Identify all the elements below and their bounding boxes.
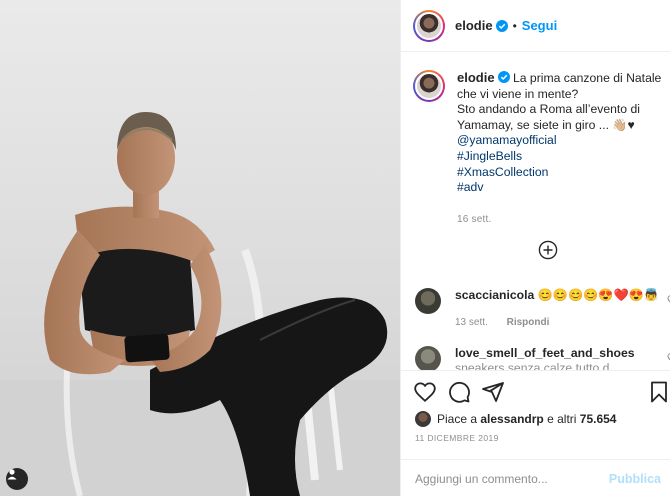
post-actions: Piace a alessandrp e altri 75.654 11 DIC…	[401, 370, 670, 496]
verified-badge-icon	[495, 19, 508, 32]
caption-time-ago[interactable]: 16 sett.	[457, 212, 663, 228]
add-comment-bar: Pubblica	[401, 459, 670, 496]
reply-button[interactable]: Rispondi	[507, 317, 550, 328]
hashtag-link[interactable]: #XmasCollection	[457, 165, 663, 181]
share-paper-plane-icon[interactable]	[481, 380, 505, 404]
header-username[interactable]: elodie	[455, 18, 493, 33]
post-caption: elodie La prima canzone di Natale che vi…	[413, 70, 663, 227]
post-date[interactable]: 11 DICEMBRE 2019	[415, 433, 499, 443]
liker-avatar[interactable]	[415, 411, 431, 427]
caption-avatar[interactable]	[413, 70, 445, 102]
comment-avatar[interactable]	[415, 288, 441, 314]
comment-username[interactable]: scaccianicola	[455, 288, 534, 302]
photo-illustration	[0, 112, 400, 496]
user-tag-icon[interactable]	[6, 468, 28, 490]
comment-item: scaccianicola 😊😊😊😊😍❤️😍👼 13 sett. Rispond…	[415, 288, 670, 330]
avatar[interactable]	[413, 9, 445, 42]
hashtag-link[interactable]: #adv	[457, 180, 663, 196]
likes-count[interactable]: 75.654	[580, 412, 617, 426]
follow-button[interactable]: Segui	[522, 18, 557, 33]
hashtag-link[interactable]: #JingleBells	[457, 149, 663, 165]
verified-badge-icon	[497, 71, 510, 83]
likes-summary: Piace a alessandrp e altri 75.654	[415, 411, 616, 427]
post-photo[interactable]	[0, 0, 400, 496]
caption-username[interactable]: elodie	[457, 70, 495, 85]
comment-bubble-icon[interactable]	[447, 380, 471, 404]
like-heart-icon[interactable]	[413, 380, 437, 404]
caption-mention-link[interactable]: @yamamayofficial	[457, 133, 663, 149]
comment-input[interactable]	[415, 471, 609, 486]
comment-avatar[interactable]	[415, 346, 441, 372]
header-separator: •	[512, 18, 517, 33]
post-sidebar: elodie • Segui elodie La prima canzone d…	[400, 0, 670, 496]
comment-text: 😊😊😊😊😍❤️😍👼	[537, 288, 660, 302]
publish-button[interactable]: Pubblica	[609, 472, 661, 486]
load-more-comments-icon[interactable]	[538, 240, 558, 260]
likes-connector: e altri	[547, 412, 577, 426]
save-bookmark-icon[interactable]	[649, 380, 669, 404]
comment-time[interactable]: 13 sett.	[455, 317, 488, 328]
comment-username[interactable]: love_smell_of_feet_and_shoes	[455, 346, 635, 360]
liker-username[interactable]: alessandrp	[480, 412, 543, 426]
likes-prefix: Piace a	[437, 412, 478, 426]
caption-line-2: Sto andando a Roma all’evento di Yamamay…	[457, 102, 640, 132]
post-header: elodie • Segui	[401, 0, 670, 52]
